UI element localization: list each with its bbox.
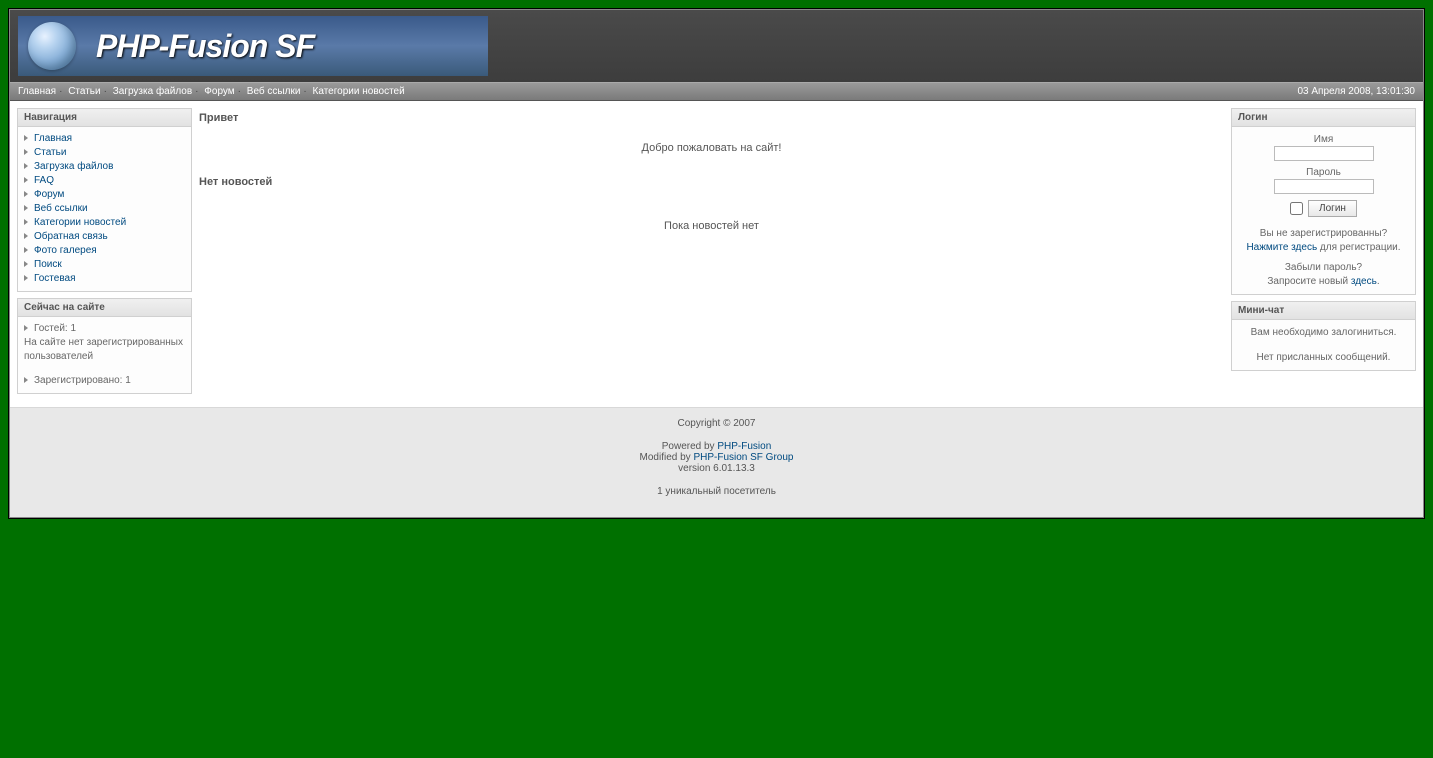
nav-forum[interactable]: Форум	[24, 188, 185, 202]
username-label: Имя	[1238, 134, 1409, 145]
sfgroup-link[interactable]: PHP-Fusion SF Group	[693, 452, 793, 463]
username-input[interactable]	[1274, 146, 1374, 161]
nav-newscat[interactable]: Категории новостей	[24, 216, 185, 230]
modified-by: Modified by PHP-Fusion SF Group	[10, 452, 1423, 463]
header: PHP-Fusion SF	[10, 10, 1423, 82]
topnav-downloads[interactable]: Загрузка файлов	[113, 86, 192, 97]
registered-count: Зарегистрировано: 1	[24, 374, 185, 388]
nav-search[interactable]: Поиск	[24, 258, 185, 272]
bullet-icon	[24, 163, 28, 169]
nav-weblinks[interactable]: Веб ссылки	[24, 202, 185, 216]
nonews-heading: Нет новостей	[199, 172, 1224, 192]
lostpass-link[interactable]: здесь	[1351, 276, 1377, 287]
nav-panel: Навигация Главная Статьи Загрузка файлов…	[17, 108, 192, 292]
bullet-icon	[24, 261, 28, 267]
inner-frame: PHP-Fusion SF Главная· Статьи· Загрузка …	[9, 9, 1424, 518]
phpfusion-link[interactable]: PHP-Fusion	[717, 441, 771, 452]
topnav-home[interactable]: Главная	[18, 86, 56, 97]
nonews-text: Пока новостей нет	[199, 192, 1224, 250]
remember-checkbox[interactable]	[1290, 202, 1303, 215]
bullet-icon	[24, 247, 28, 253]
main-body: Навигация Главная Статьи Загрузка файлов…	[10, 101, 1423, 407]
bullet-icon	[24, 377, 28, 383]
login-panel: Логин Имя Пароль Логин Вы не зарегистрир…	[1231, 108, 1416, 295]
forgot-prompt: Забыли пароль? Запросите новый здесь.	[1238, 261, 1409, 289]
nav-articles[interactable]: Статьи	[24, 146, 185, 160]
topnav-newscat[interactable]: Категории новостей	[313, 86, 405, 97]
nav-contact[interactable]: Обратная связь	[24, 230, 185, 244]
bullet-icon	[24, 205, 28, 211]
bullet-icon	[24, 325, 28, 331]
welcome-heading: Привет	[199, 108, 1224, 128]
welcome-text: Добро пожаловать на сайт!	[199, 128, 1224, 172]
online-panel-title: Сейчас на сайте	[18, 299, 191, 317]
bullet-icon	[24, 275, 28, 281]
bullet-icon	[24, 135, 28, 141]
nav-panel-body: Главная Статьи Загрузка файлов FAQ Форум…	[18, 127, 191, 291]
logo-text: PHP-Fusion SF	[96, 28, 314, 64]
login-form: Имя Пароль Логин Вы не зарегистрированны…	[1232, 127, 1415, 294]
bullet-icon	[24, 149, 28, 155]
subheader: Главная· Статьи· Загрузка файлов· Форум·…	[10, 82, 1423, 101]
password-label: Пароль	[1238, 167, 1409, 178]
left-column: Навигация Главная Статьи Загрузка файлов…	[17, 108, 192, 400]
guests-count: Гостей: 1	[24, 322, 185, 336]
globe-icon	[28, 22, 76, 70]
topnav-forum[interactable]: Форум	[204, 86, 234, 97]
bullet-icon	[24, 191, 28, 197]
minichat-title: Мини-чат	[1232, 302, 1415, 320]
login-panel-title: Логин	[1232, 109, 1415, 127]
register-prompt: Вы не зарегистрированны? Нажмите здесь д…	[1238, 227, 1409, 255]
minichat-login-msg: Вам необходимо залогиниться.	[1238, 325, 1409, 340]
online-panel: Сейчас на сайте Гостей: 1 На сайте нет з…	[17, 298, 192, 394]
powered-by: Powered by PHP-Fusion	[10, 441, 1423, 452]
version: version 6.01.13.3	[10, 463, 1423, 474]
topnav-weblinks[interactable]: Веб ссылки	[247, 86, 301, 97]
footer: Copyright © 2007 Powered by PHP-Fusion M…	[10, 407, 1423, 517]
site-logo[interactable]: PHP-Fusion SF	[18, 16, 488, 76]
copyright: Copyright © 2007	[10, 418, 1423, 429]
nav-home[interactable]: Главная	[24, 132, 185, 146]
nav-panel-title: Навигация	[18, 109, 191, 127]
login-button[interactable]: Логин	[1308, 200, 1357, 217]
nav-faq[interactable]: FAQ	[24, 174, 185, 188]
bullet-icon	[24, 233, 28, 239]
top-nav: Главная· Статьи· Загрузка файлов· Форум·…	[18, 86, 405, 97]
nav-guestbook[interactable]: Гостевая	[24, 272, 185, 286]
topnav-articles[interactable]: Статьи	[68, 86, 100, 97]
no-users-text: На сайте нет зарегистрированных пользова…	[24, 336, 185, 364]
minichat-nomsg: Нет присланных сообщений.	[1238, 350, 1409, 365]
minichat-body: Вам необходимо залогиниться. Нет прислан…	[1232, 320, 1415, 370]
datetime: 03 Апреля 2008, 13:01:30	[1297, 86, 1415, 97]
nav-downloads[interactable]: Загрузка файлов	[24, 160, 185, 174]
right-column: Логин Имя Пароль Логин Вы не зарегистрир…	[1231, 108, 1416, 377]
outer-frame: PHP-Fusion SF Главная· Статьи· Загрузка …	[8, 8, 1425, 519]
bullet-icon	[24, 177, 28, 183]
bullet-icon	[24, 219, 28, 225]
password-input[interactable]	[1274, 179, 1374, 194]
online-panel-body: Гостей: 1 На сайте нет зарегистрированны…	[18, 317, 191, 393]
nav-gallery[interactable]: Фото галерея	[24, 244, 185, 258]
register-link[interactable]: Нажмите здесь	[1246, 242, 1317, 253]
minichat-panel: Мини-чат Вам необходимо залогиниться. Не…	[1231, 301, 1416, 371]
center-column: Привет Добро пожаловать на сайт! Нет нов…	[199, 108, 1224, 250]
visitor-counter: 1 уникальный посетитель	[10, 486, 1423, 497]
